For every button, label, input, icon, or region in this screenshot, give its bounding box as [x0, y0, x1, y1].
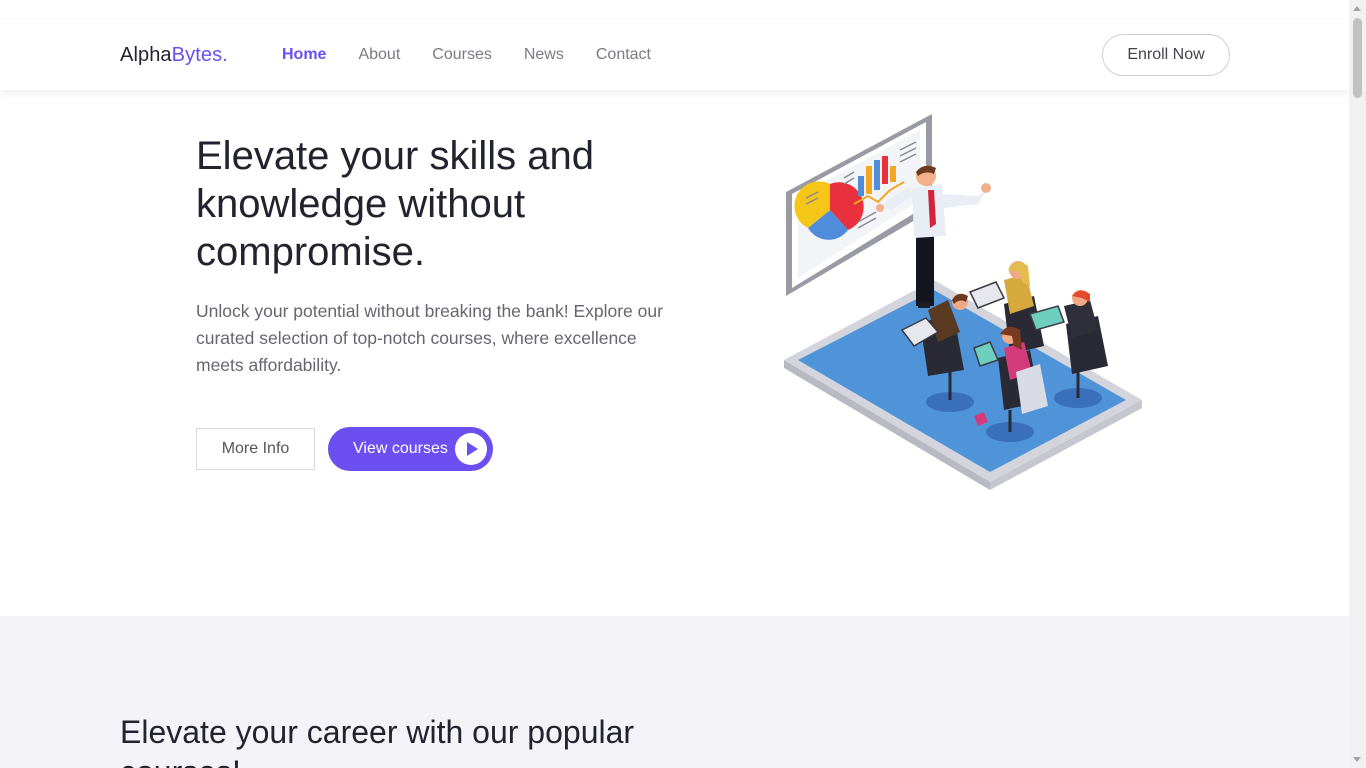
popular-courses-title: Elevate your career with our popular cou…: [120, 714, 635, 768]
brand-name-part2: Bytes.: [171, 44, 228, 66]
nav-link-home[interactable]: Home: [282, 46, 326, 64]
scroll-up-arrow-icon[interactable]: [1353, 6, 1361, 11]
more-info-button[interactable]: More Info: [196, 428, 315, 470]
brand-name-part1: Alpha: [120, 44, 172, 66]
nav-link-courses[interactable]: Courses: [432, 46, 492, 64]
nav-link-news[interactable]: News: [524, 46, 564, 64]
main-nav: Home About Courses News Contact: [282, 46, 651, 64]
brand-logo[interactable]: AlphaBytes.: [120, 44, 228, 67]
view-courses-button[interactable]: View courses: [328, 427, 493, 471]
nav-link-contact[interactable]: Contact: [596, 46, 651, 64]
navbar: AlphaBytes. Home About Courses News Cont…: [0, 20, 1349, 90]
page-scrollbar[interactable]: [1349, 0, 1366, 768]
presentation-classroom-illustration: [784, 114, 1142, 490]
enroll-now-button[interactable]: Enroll Now: [1102, 34, 1230, 76]
scrollbar-thumb[interactable]: [1353, 18, 1362, 98]
play-icon: [455, 433, 487, 465]
nav-link-about[interactable]: About: [358, 46, 400, 64]
hero-description: Unlock your potential without breaking t…: [196, 301, 663, 375]
top-strip: [0, 0, 1349, 21]
scroll-down-arrow-icon[interactable]: [1353, 757, 1361, 762]
view-courses-label: View courses: [353, 440, 448, 457]
page: AlphaBytes. Home About Courses News Cont…: [0, 0, 1349, 768]
hero-title: Elevate your skills and knowledge withou…: [196, 134, 594, 274]
